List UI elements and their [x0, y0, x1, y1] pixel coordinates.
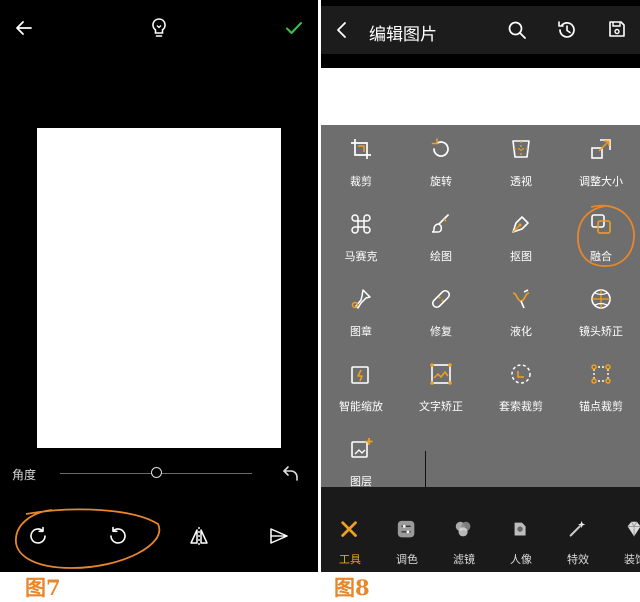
bandage-icon	[429, 287, 453, 311]
lens-correct-icon	[589, 287, 613, 311]
tool-bandage[interactable]: 修复	[401, 275, 481, 350]
tab-tools[interactable]: 工具	[321, 487, 379, 572]
tool-stamp[interactable]: 图章	[321, 275, 401, 350]
tool-mosaic[interactable]: 马赛克	[321, 200, 401, 275]
tools-icon	[339, 519, 361, 541]
tab-decor[interactable]: 装饰	[606, 487, 640, 572]
tab-adjust[interactable]: 调色	[378, 487, 436, 572]
tool-label: 液化	[510, 325, 532, 338]
tool-label: 智能缩放	[339, 400, 383, 413]
tool-liquify[interactable]: 液化	[481, 275, 561, 350]
angle-slider-knob[interactable]	[150, 467, 162, 478]
tool-label: 镜头矫正	[579, 325, 623, 338]
annotation-circle	[577, 204, 635, 267]
stamp-icon	[349, 287, 373, 311]
tab-label: 装饰	[624, 553, 640, 566]
tool-label: 修复	[430, 325, 452, 338]
back-chevron-icon[interactable]	[335, 21, 349, 39]
tool-label: 调整大小	[579, 175, 623, 188]
save-icon[interactable]	[607, 19, 627, 39]
tool-label: 套索裁剪	[499, 400, 543, 413]
flip-horizontal-icon[interactable]	[188, 525, 210, 547]
angle-label: 角度	[12, 468, 37, 482]
image-preview	[321, 68, 640, 125]
annotation-circle	[15, 508, 161, 569]
rotate-icon	[429, 137, 453, 161]
rotate-editor-screen: 角度	[0, 0, 318, 572]
text-correct-icon	[429, 362, 453, 386]
adjust-icon	[396, 519, 418, 541]
mosaic-icon	[349, 212, 373, 236]
search-icon[interactable]	[507, 20, 527, 40]
back-arrow-icon[interactable]	[14, 18, 34, 38]
tab-label: 人像	[510, 553, 532, 566]
tool-perspective[interactable]: 透视	[481, 125, 561, 200]
perspective-icon	[509, 137, 533, 161]
tab-portrait[interactable]: 人像	[492, 487, 550, 572]
tool-cutout-pen[interactable]: 抠图	[481, 200, 561, 275]
undo-icon[interactable]	[281, 464, 301, 482]
anchor-crop-icon	[589, 362, 613, 386]
tab-label: 调色	[396, 553, 418, 566]
tab-label: 滤镜	[453, 553, 475, 566]
tab-effects[interactable]: 特效	[549, 487, 607, 572]
tab-filter[interactable]: 滤镜	[435, 487, 493, 572]
cutout-pen-icon	[509, 212, 533, 236]
tool-rotate[interactable]: 旋转	[401, 125, 481, 200]
resize-icon	[589, 137, 613, 161]
tool-label: 文字矫正	[419, 400, 463, 413]
page-title: 编辑图片	[369, 25, 437, 45]
brush-icon	[429, 212, 453, 236]
tool-label: 图章	[350, 325, 372, 338]
history-icon[interactable]	[556, 19, 578, 41]
tool-label: 旋转	[430, 175, 452, 188]
tool-smart-scale[interactable]: 智能缩放	[321, 350, 401, 425]
crop-icon	[349, 137, 373, 161]
liquify-icon	[509, 287, 533, 311]
tool-text-correct[interactable]: 文字矫正	[401, 350, 481, 425]
tab-label: 工具	[339, 553, 361, 566]
image-canvas[interactable]	[37, 128, 281, 448]
confirm-check-icon[interactable]	[284, 18, 304, 38]
tool-crop[interactable]: 裁剪	[321, 125, 401, 200]
flip-vertical-icon[interactable]	[268, 525, 290, 547]
tool-lens-correct[interactable]: 镜头矫正	[561, 275, 640, 350]
tool-label: 绘图	[430, 250, 452, 263]
tool-label: 锚点裁剪	[579, 400, 623, 413]
lasso-crop-icon	[509, 362, 533, 386]
effects-icon	[567, 519, 589, 541]
tool-label: 裁剪	[350, 175, 372, 188]
tool-label: 马赛克	[344, 250, 378, 263]
tool-anchor-crop[interactable]: 锚点裁剪	[561, 350, 640, 425]
tool-lasso-crop[interactable]: 套索裁剪	[481, 350, 561, 425]
portrait-icon	[510, 519, 532, 541]
tool-label: 透视	[510, 175, 532, 188]
filter-icon	[453, 519, 475, 541]
layer-add-icon	[349, 437, 373, 461]
bottom-tab-bar: 工具 调色 滤镜 人像 特效 装饰	[321, 487, 640, 572]
lightbulb-icon[interactable]	[149, 17, 169, 39]
tool-label: 抠图	[510, 250, 532, 263]
tool-grid: 裁剪 旋转 透视 调整大小 马赛克 绘图 抠图 融合 图章 修复 液化 镜头矫正…	[321, 125, 640, 488]
smart-scale-icon	[349, 362, 373, 386]
decor-icon	[624, 519, 640, 541]
tool-resize[interactable]: 调整大小	[561, 125, 640, 200]
divider	[425, 451, 426, 487]
tab-label: 特效	[567, 553, 589, 566]
edit-image-screen: 编辑图片 裁剪 旋转 透视 调整大小 马赛克 绘图 抠图 融合 图章 修复 液化…	[321, 0, 640, 572]
tool-brush[interactable]: 绘图	[401, 200, 481, 275]
